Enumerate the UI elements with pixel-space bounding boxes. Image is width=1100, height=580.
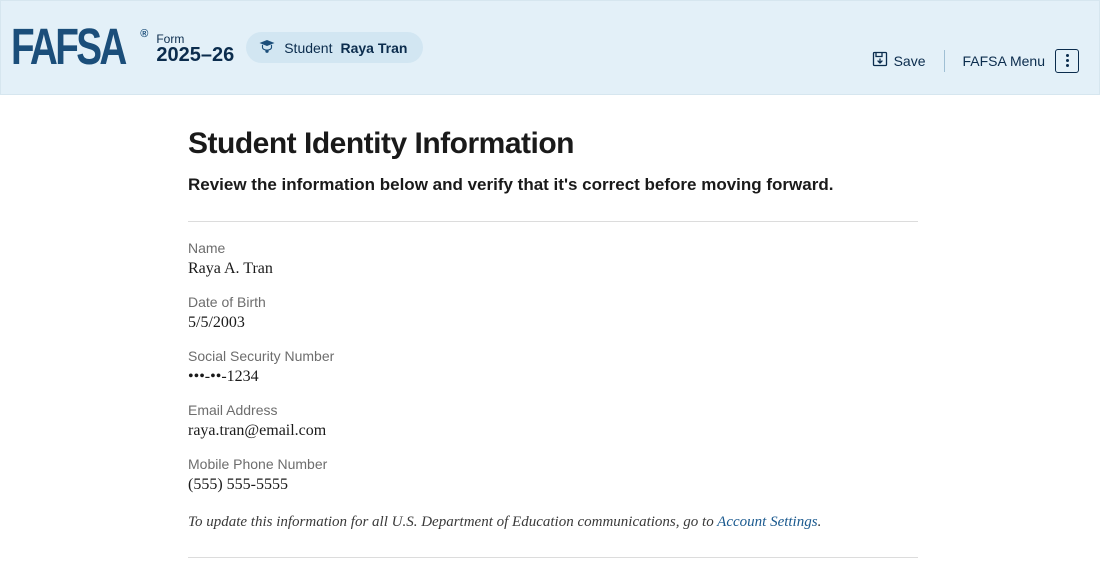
divider-bottom: [188, 557, 918, 558]
field-name: Name Raya A. Tran: [188, 240, 918, 278]
page-title: Student Identity Information: [188, 127, 918, 161]
student-icon: [258, 38, 276, 57]
save-label: Save: [894, 53, 926, 69]
field-value-name: Raya A. Tran: [188, 260, 918, 278]
fafsa-menu-button[interactable]: FAFSA Menu: [963, 49, 1079, 73]
field-label-phone: Mobile Phone Number: [188, 456, 918, 472]
chip-name: Raya Tran: [340, 40, 407, 56]
save-icon: [872, 51, 888, 70]
field-value-dob: 5/5/2003: [188, 314, 918, 332]
kebab-icon: [1055, 49, 1079, 73]
field-ssn: Social Security Number •••-••-1234: [188, 348, 918, 386]
update-note: To update this information for all U.S. …: [188, 514, 918, 531]
menu-label: FAFSA Menu: [963, 53, 1045, 69]
header-divider: [944, 50, 945, 72]
form-year-block: Form 2025–26: [156, 32, 234, 67]
header-left-group: FAFSA ® Form 2025–26 Student Raya Tran: [11, 26, 423, 70]
save-button[interactable]: Save: [872, 51, 926, 70]
field-label-ssn: Social Security Number: [188, 348, 918, 364]
field-dob: Date of Birth 5/5/2003: [188, 294, 918, 332]
page-subtitle: Review the information below and verify …: [188, 175, 918, 195]
field-value-email: raya.tran@email.com: [188, 422, 918, 440]
registered-mark: ®: [140, 28, 148, 40]
logo-block: FAFSA ® Form 2025–26: [11, 26, 234, 70]
divider-top: [188, 221, 918, 222]
note-suffix: .: [818, 514, 822, 530]
app-header: FAFSA ® Form 2025–26 Student Raya Tran: [0, 0, 1100, 95]
field-label-dob: Date of Birth: [188, 294, 918, 310]
header-right-group: Save FAFSA Menu: [872, 49, 1079, 73]
note-prefix: To update this information for all U.S. …: [188, 514, 717, 530]
main-content: Student Identity Information Review the …: [188, 127, 918, 558]
form-year: 2025–26: [156, 44, 234, 67]
field-label-email: Email Address: [188, 402, 918, 418]
chip-role: Student: [284, 40, 332, 56]
field-value-phone: (555) 555-5555: [188, 476, 918, 494]
account-settings-link[interactable]: Account Settings: [717, 514, 817, 530]
field-value-ssn: •••-••-1234: [188, 368, 918, 386]
fafsa-logo: FAFSA: [11, 22, 125, 73]
field-phone: Mobile Phone Number (555) 555-5555: [188, 456, 918, 494]
field-email: Email Address raya.tran@email.com: [188, 402, 918, 440]
field-label-name: Name: [188, 240, 918, 256]
student-chip[interactable]: Student Raya Tran: [246, 32, 423, 63]
